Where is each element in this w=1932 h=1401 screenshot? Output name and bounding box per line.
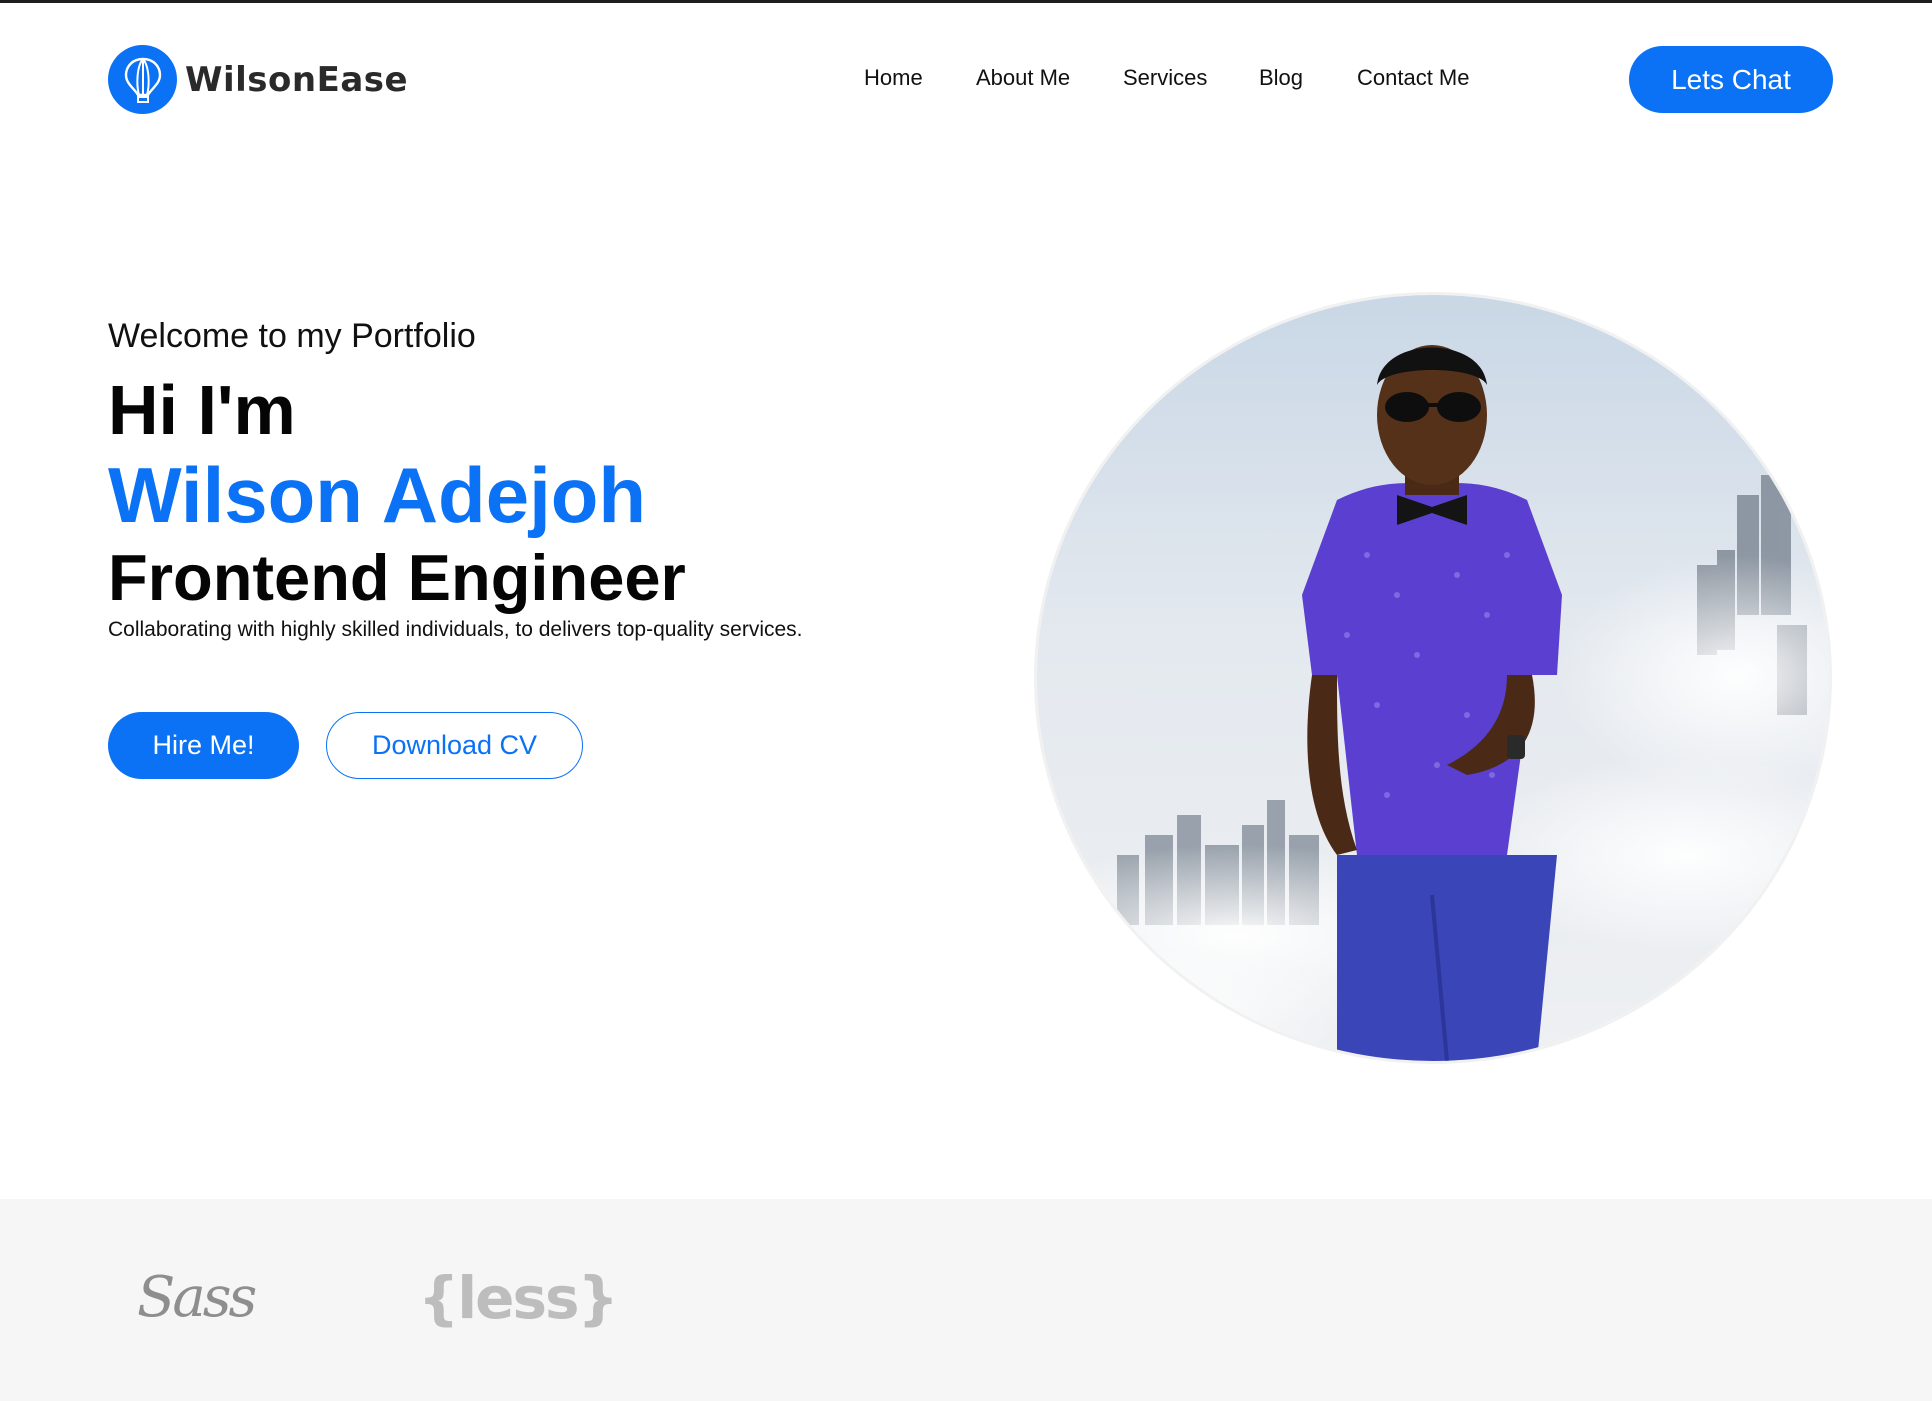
brand-logo[interactable]: WilsonEase (108, 45, 408, 114)
nav-blog[interactable]: Blog (1259, 62, 1303, 94)
welcome-text: Welcome to my Portfolio (108, 317, 476, 355)
role-heading: Frontend Engineer (108, 541, 686, 614)
nav-contact-me[interactable]: Contact Me (1357, 62, 1470, 94)
greeting-heading: Hi I'm (108, 371, 296, 449)
portfolio-page: WilsonEase Home About Me Services Blog C… (0, 0, 1932, 1401)
nav-services[interactable]: Services (1123, 62, 1207, 94)
tagline-text: Collaborating with highly skilled indivi… (108, 618, 803, 641)
tech-logos-strip (0, 1199, 1932, 1401)
download-cv-button[interactable]: Download CV (326, 712, 583, 779)
nav-about-me[interactable]: About Me (976, 62, 1070, 94)
nav-home[interactable]: Home (864, 62, 923, 94)
brand-name: WilsonEase (185, 59, 409, 100)
sass-logo: Sass (137, 1265, 257, 1330)
top-border (0, 0, 1932, 3)
lets-chat-button[interactable]: Lets Chat (1629, 46, 1833, 113)
hire-me-button[interactable]: Hire Me! (108, 712, 299, 779)
hot-air-balloon-icon (108, 45, 177, 114)
less-logo: {less} (418, 1264, 619, 1332)
profile-photo (1034, 292, 1832, 1064)
name-heading: Wilson Adejoh (108, 451, 647, 539)
